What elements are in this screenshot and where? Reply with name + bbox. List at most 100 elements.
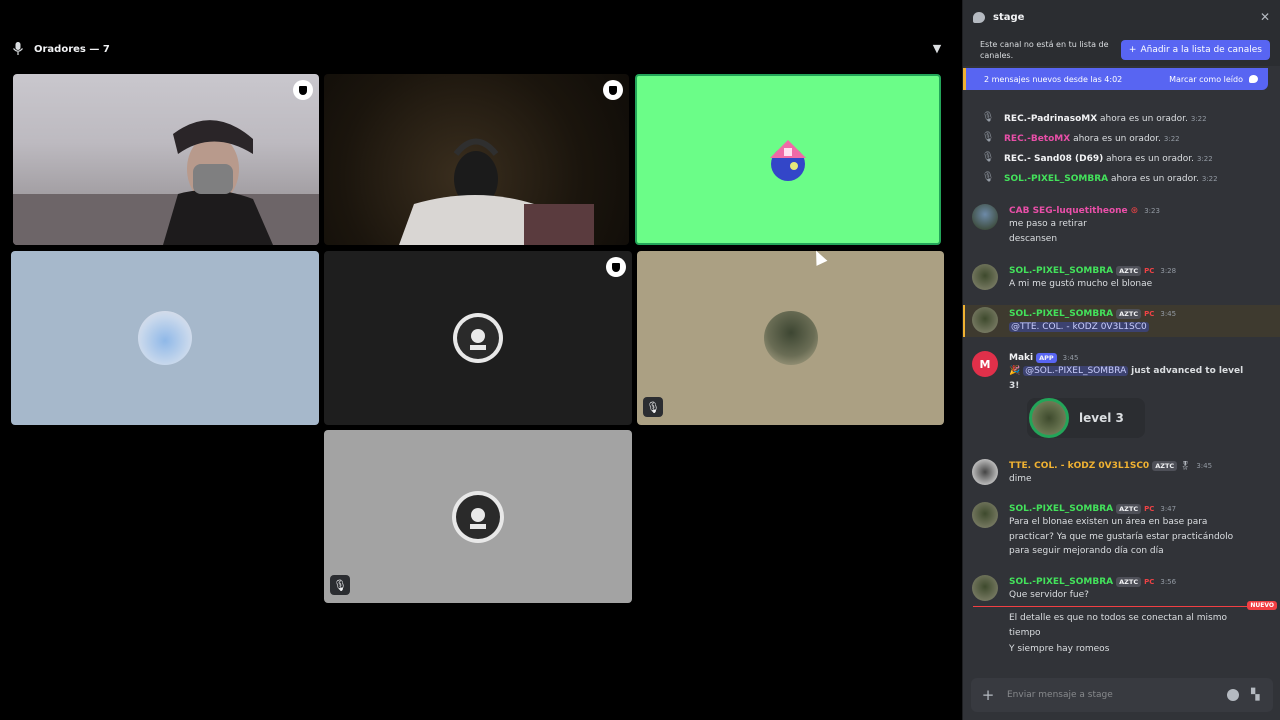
clan-tag: AZTC (1116, 265, 1142, 276)
pc-badge: PC (1144, 577, 1155, 586)
speakers-header[interactable]: Oradores — 7 (12, 40, 110, 58)
bot-avatar[interactable]: M (972, 351, 998, 377)
close-icon[interactable]: ✕ (1260, 10, 1270, 24)
clan-tag: AZTC (1152, 460, 1178, 471)
channel-name: stage (993, 11, 1025, 23)
house-avatar-icon (770, 139, 806, 181)
message-text: Para el blonae existen un área en base p… (1009, 517, 1208, 527)
speaker-tile-3-speaking[interactable] (635, 74, 941, 245)
speaker-joined-icon: 🎙 (981, 172, 995, 183)
message-author[interactable]: TTE. COL. - kODZ 0V3L1SC0 (1009, 461, 1149, 471)
user-avatar[interactable] (972, 575, 998, 601)
timestamp: 3:28 (1160, 266, 1177, 275)
clan-tag: AZTC (1116, 503, 1142, 514)
app-window: Oradores — 7 ▼ 🎙 🎙 stage ✕ Este canal no… (0, 0, 1280, 720)
new-messages-bar[interactable]: 2 mensajes nuevos desde las 4:02 Marcar … (963, 68, 1268, 90)
pin-icon[interactable] (603, 80, 623, 100)
user-avatar[interactable] (972, 459, 998, 485)
notice-text: Este canal no está en tu lista de canale… (980, 40, 1109, 60)
message-composer: + ▚ (971, 678, 1273, 712)
new-messages-text: 2 mensajes nuevos desde las 4:02 (984, 74, 1123, 84)
speaker-joined-icon: 🎙 (981, 152, 995, 163)
message-text: A mi me gustó mucho el blonae (1009, 279, 1153, 289)
timestamp: 3:22 (1201, 175, 1218, 183)
apps-icon[interactable]: ▚ (1251, 689, 1263, 701)
party-icon: 🎉 (1009, 366, 1021, 376)
timestamp: 3:45 (1160, 309, 1177, 318)
speaker-joined-icon: 🎙 (981, 132, 995, 143)
message-author[interactable]: SOL.-PIXEL_SOMBRA (1009, 266, 1113, 276)
system-message: 🎙 SOL.-PIXEL_SOMBRA ahora es un orador. 3… (980, 171, 1218, 187)
speaker-tile-6[interactable]: 🎙 (637, 251, 944, 425)
mark-as-read-button[interactable]: Marcar como leído (1169, 75, 1258, 84)
chat-panel: stage ✕ Este canal no está en tu lista d… (962, 0, 1280, 720)
clan-emblem-avatar (452, 490, 504, 543)
chat-header: stage ✕ (963, 0, 1280, 34)
system-message: 🎙 REC.-PadrinasoMX ahora es un orador. 3:… (980, 111, 1207, 127)
speaker-joined-icon: 🎙 (981, 112, 995, 123)
message-author[interactable]: CAB SEG-luquetitheone (1009, 206, 1128, 216)
message-text: me paso a retirar (1009, 219, 1087, 229)
user-avatar[interactable] (972, 307, 998, 333)
speaker-tile-4[interactable] (11, 251, 319, 425)
system-user[interactable]: REC.- Sand08 (D69) (1004, 154, 1103, 164)
clan-tag: AZTC (1116, 576, 1142, 587)
stage-area: Oradores — 7 ▼ 🎙 🎙 (0, 0, 955, 720)
message-text: para seguir mejorando día con día (1009, 546, 1164, 556)
message-text: dime (1009, 474, 1032, 484)
message-author[interactable]: Maki (1009, 353, 1033, 363)
timestamp: 3:56 (1160, 577, 1177, 586)
system-message: 🎙 REC.-BetoMX ahora es un orador. 3:22 (980, 131, 1180, 147)
system-user[interactable]: REC.-PadrinasoMX (1004, 114, 1097, 124)
role-icon: 🎖 (1180, 461, 1191, 470)
message-author[interactable]: SOL.-PIXEL_SOMBRA (1009, 577, 1113, 587)
speaker-tile-5[interactable] (324, 251, 632, 425)
system-user[interactable]: REC.-BetoMX (1004, 134, 1070, 144)
soldier-avatar (763, 311, 818, 365)
message-author[interactable]: SOL.-PIXEL_SOMBRA (1009, 504, 1113, 514)
speakers-label: Oradores — 7 (34, 43, 110, 55)
app-tag: APP (1036, 352, 1057, 363)
user-avatar[interactable] (972, 264, 998, 290)
chat-bubble-icon (973, 11, 985, 23)
message-text: practicar? Ya que me gustaría estar prac… (1009, 531, 1234, 542)
message-input[interactable] (1007, 690, 1215, 700)
plus-icon: + (1128, 45, 1137, 55)
user-mention[interactable]: @TTE. COL. - kODZ 0V3L1SC0 (1009, 322, 1149, 332)
message-text: El detalle es que no todos se conectan a… (1009, 613, 1227, 623)
message-text: Que servidor fue? (1009, 590, 1089, 600)
emoji-icon[interactable] (1227, 689, 1239, 701)
add-button-label: Añadir a la lista de canales (1140, 45, 1262, 55)
pin-icon[interactable] (293, 80, 313, 100)
speaker-tile-1[interactable] (13, 74, 319, 245)
timestamp: 3:23 (1144, 206, 1160, 215)
timestamp: 3:22 (1190, 115, 1207, 123)
system-text: ahora es un orador. (1100, 114, 1188, 124)
user-avatar[interactable] (972, 502, 998, 528)
video-feed (13, 120, 319, 245)
video-feed (399, 138, 594, 245)
pin-icon[interactable] (606, 257, 626, 277)
level-avatar (1029, 398, 1069, 438)
plus-icon[interactable]: + (981, 688, 995, 703)
user-avatar[interactable] (972, 204, 998, 230)
clan-emblem-avatar (453, 313, 503, 363)
message-author[interactable]: SOL.-PIXEL_SOMBRA (1009, 309, 1113, 319)
speaker-tile-2[interactable] (324, 74, 629, 245)
add-to-channel-list-button[interactable]: + Añadir a la lista de canales (1120, 40, 1270, 60)
timestamp: 3:22 (1163, 135, 1180, 143)
message-text: Y siempre hay romeos (1009, 644, 1110, 654)
new-messages-divider: NUEVO (973, 601, 1277, 610)
user-mention[interactable]: @SOL.-PIXEL_SOMBRA (1023, 366, 1129, 376)
user-avatar (138, 311, 192, 365)
message-list[interactable]: 🎙 REC.-PadrinasoMX ahora es un orador. 3:… (963, 100, 1280, 670)
pc-badge: PC (1144, 266, 1155, 275)
chevron-down-icon[interactable]: ▼ (930, 42, 944, 56)
system-text: ahora es un orador. (1111, 174, 1199, 184)
system-user[interactable]: SOL.-PIXEL_SOMBRA (1004, 174, 1108, 184)
speaker-tile-7[interactable]: 🎙 (324, 430, 632, 603)
microphone-icon (12, 42, 24, 55)
new-label: NUEVO (1247, 601, 1277, 610)
level-label: level 3 (1079, 411, 1124, 425)
mark-read-label: Marcar como leído (1169, 74, 1243, 84)
